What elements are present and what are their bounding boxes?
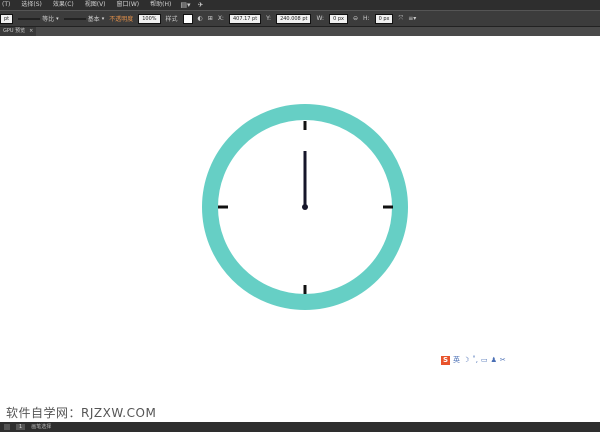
- chevron-down-icon: ▾: [101, 15, 105, 22]
- align-icon[interactable]: ▤▾: [180, 0, 190, 10]
- options-bar: pt 等比 ▾ 基本 ▾ 不透明度 100% 样式 ◐ ⊞ X: 407.17 …: [0, 10, 600, 27]
- menu-item-help[interactable]: 帮助(H): [148, 0, 173, 10]
- h-input[interactable]: 0 px: [374, 13, 394, 24]
- punctuation-icon[interactable]: ˚,: [472, 356, 478, 364]
- brush-dropdown[interactable]: 基本 ▾: [63, 14, 105, 23]
- profile-value: pt: [0, 13, 14, 24]
- fit-icon[interactable]: ⤧: [398, 15, 403, 23]
- clock-pivot: [302, 204, 308, 210]
- status-bar: 1 画笔选择: [0, 422, 600, 432]
- style-swatch[interactable]: [182, 13, 193, 24]
- w-input[interactable]: 0 px: [329, 13, 348, 24]
- artboard-nav[interactable]: 1: [16, 424, 26, 430]
- clock-illustration[interactable]: [0, 36, 600, 422]
- stroke-label: 等比: [42, 16, 55, 23]
- menu-item-type[interactable]: (T): [0, 0, 12, 10]
- stroke-preview: [18, 17, 41, 20]
- ime-toolbar[interactable]: S 英 ☽ ˚, ▭ ♟ ✂: [441, 355, 506, 365]
- transform-icon[interactable]: ⊞: [208, 15, 213, 22]
- zoom-input[interactable]: [4, 424, 10, 430]
- menu-item-effect[interactable]: 效果(C): [51, 0, 76, 10]
- artboard-canvas[interactable]: S 英 ☽ ˚, ▭ ♟ ✂: [0, 36, 600, 422]
- opacity-label[interactable]: 不透明度: [109, 14, 133, 23]
- sogou-logo[interactable]: S: [441, 355, 450, 365]
- x-input[interactable]: 407.17 pt: [228, 13, 262, 24]
- moon-icon[interactable]: ☽: [463, 356, 469, 364]
- profile-dropdown[interactable]: pt: [0, 13, 14, 24]
- send-icon[interactable]: ✈: [198, 0, 204, 10]
- watermark-text: 软件自学网：RJZXW.COM: [6, 406, 157, 420]
- tab-label: GPU 预览: [3, 28, 26, 34]
- menu-item-select[interactable]: 选择(S): [19, 0, 44, 10]
- more-options-icon[interactable]: ≡▾: [408, 15, 416, 22]
- keyboard-icon[interactable]: ▭: [481, 356, 488, 364]
- opacity-input[interactable]: 100%: [138, 13, 161, 24]
- menu-item-window[interactable]: 窗口(W): [115, 0, 142, 10]
- stroke-profile-dropdown[interactable]: 等比 ▾: [18, 14, 59, 23]
- recolor-icon[interactable]: ◐: [198, 15, 203, 22]
- brush-label: 基本: [87, 16, 100, 23]
- user-icon[interactable]: ♟: [491, 356, 497, 364]
- close-icon[interactable]: ×: [29, 27, 33, 36]
- chevron-down-icon: ▾: [56, 15, 59, 22]
- lang-icon[interactable]: 英: [453, 355, 460, 365]
- tools-icon[interactable]: ✂: [500, 356, 506, 364]
- tab-bar: GPU 预览 ×: [0, 27, 600, 36]
- mode-label: 画笔选择: [31, 424, 52, 430]
- link-icon[interactable]: ⊖: [353, 15, 358, 22]
- menubar: (T) 选择(S) 效果(C) 视图(V) 窗口(W) 帮助(H) ▤▾ ✈: [0, 0, 600, 10]
- style-label: 样式: [165, 16, 178, 23]
- y-input[interactable]: 240.008 pt: [276, 13, 312, 24]
- brush-preview: [63, 17, 86, 20]
- menu-item-view[interactable]: 视图(V): [83, 0, 108, 10]
- tab-document[interactable]: GPU 预览 ×: [0, 27, 37, 36]
